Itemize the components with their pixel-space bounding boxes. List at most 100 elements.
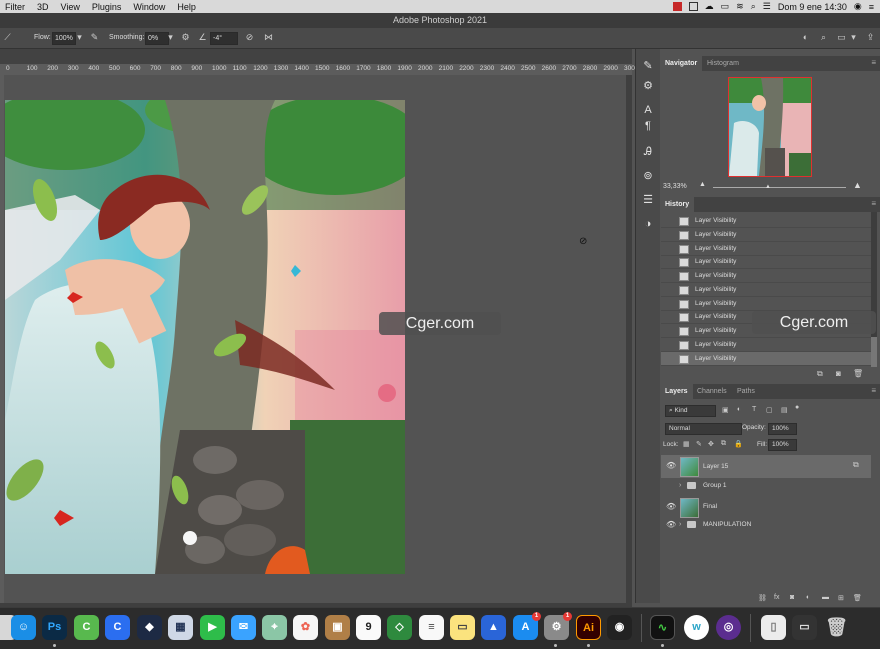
add-mask-icon[interactable]: ◙ — [790, 594, 794, 601]
history-state[interactable]: Layer Visibility — [661, 214, 871, 228]
lock-all-icon[interactable]: 🔒 — [734, 440, 743, 448]
record-icon[interactable] — [672, 2, 682, 11]
control-center-icon[interactable]: ☰ — [763, 1, 771, 12]
screen-icon[interactable] — [688, 2, 698, 11]
navigator-preview[interactable] — [728, 77, 812, 177]
filter-type-icon[interactable]: T — [752, 406, 756, 413]
tab-paths[interactable]: Paths — [732, 384, 760, 399]
battery-icon[interactable]: ▭ — [721, 1, 730, 12]
dock-app-reminders[interactable]: ≡ — [419, 615, 444, 640]
visibility-eye-icon[interactable]: 👁 — [666, 461, 676, 470]
layer-name[interactable]: Layer 15 — [703, 463, 728, 470]
menu-plugins[interactable]: Plugins — [87, 2, 129, 12]
symmetry-icon[interactable]: ⋈ — [263, 32, 274, 43]
angle-icon[interactable]: ∠ — [197, 32, 208, 43]
layer-name[interactable]: Final — [703, 503, 717, 510]
pressure-size-icon[interactable]: ⊘ — [244, 32, 255, 43]
history-menu-icon[interactable]: ≡ — [871, 199, 876, 208]
document-image[interactable] — [5, 100, 405, 574]
tab-layers[interactable]: Layers — [660, 384, 693, 399]
layers-menu-icon[interactable]: ≡ — [871, 386, 876, 395]
dock-app-affinity[interactable]: ◆ — [137, 615, 162, 640]
filter-adjustment-icon[interactable]: ◐ — [737, 406, 741, 413]
new-layer-icon[interactable]: ⊞ — [838, 594, 844, 602]
layer-name[interactable]: Group 1 — [703, 482, 727, 489]
glyphs-icon[interactable]: Ꭿ — [641, 145, 655, 159]
workspace-icon[interactable]: ▭ — [836, 32, 847, 43]
dock-app-illustrator[interactable]: Ai — [576, 615, 601, 640]
clock-text[interactable]: Dom 9 ene 14:30 — [778, 2, 847, 12]
adjustments-icon[interactable]: ☰ — [641, 193, 655, 207]
visibility-eye-icon[interactable]: 👁 — [666, 520, 676, 529]
history-state[interactable]: Layer Visibility — [661, 351, 871, 366]
dock-app-vectornator[interactable]: ◇ — [387, 615, 412, 640]
filter-smart-object-icon[interactable]: ▤ — [781, 406, 788, 414]
notification-icon[interactable]: ≡ — [869, 2, 874, 12]
dock-app-contacts[interactable]: ▣ — [325, 615, 350, 640]
lock-artboard-icon[interactable]: ⧉ — [721, 440, 726, 448]
tab-channels[interactable]: Channels — [692, 384, 732, 399]
layer-kind-filter[interactable]: ⌕ Kind — [665, 405, 716, 417]
menu-view[interactable]: View — [56, 2, 87, 12]
canvas-vertical-scrollbar[interactable] — [626, 75, 632, 603]
panel-menu-icon[interactable]: ≡ — [871, 58, 876, 67]
user-icon[interactable]: ◐ — [800, 32, 811, 43]
menu-window[interactable]: Window — [128, 2, 172, 12]
link-layers-icon[interactable]: ⛓ — [758, 594, 767, 602]
dock-app-disk[interactable]: ▭ — [792, 615, 817, 640]
dock-app-messages[interactable]: ✉ — [231, 615, 256, 640]
dock-app-system-preferences[interactable]: ⚙ 1 — [544, 612, 572, 640]
dock-app-testflight[interactable]: ▲ — [481, 615, 506, 640]
new-document-from-state-icon[interactable]: ⧉ — [817, 369, 823, 379]
history-state[interactable]: Layer Visibility — [661, 283, 871, 297]
lock-pixels-icon[interactable]: ✎ — [696, 440, 702, 448]
dock-app-photos[interactable]: ✿ — [293, 615, 318, 640]
flow-chevron-icon[interactable]: ▾ — [74, 32, 85, 43]
history-state[interactable]: Layer Visibility — [661, 338, 871, 352]
snapshot-icon[interactable]: ◙ — [836, 369, 841, 378]
dock-app-maps[interactable]: ⌖ — [262, 615, 287, 640]
dock-app-bezel[interactable]: ◉ — [607, 615, 632, 640]
history-state[interactable]: Layer Visibility — [661, 269, 871, 283]
workspace-chevron-icon[interactable]: ▾ — [848, 32, 859, 43]
dock-app-documents[interactable]: ▯ — [761, 615, 786, 640]
pressure-opacity-icon[interactable]: ⟋ — [2, 32, 13, 43]
dock-app-facetime[interactable]: ▶ — [200, 615, 225, 640]
layer-row[interactable]: 👁 › MANIPULATION — [661, 518, 871, 534]
dock-app-tor[interactable]: ◎ — [716, 615, 741, 640]
filter-toggle-icon[interactable]: ● — [795, 404, 799, 411]
layer-row[interactable]: 👁 Final — [661, 497, 871, 518]
gear-icon[interactable]: ⚙ — [180, 32, 191, 43]
zoom-in-icon[interactable]: ▲ — [853, 180, 862, 190]
dock-trash-icon[interactable]: 🗑 — [824, 615, 849, 640]
lock-position-icon[interactable]: ✥ — [708, 440, 714, 448]
tab-navigator[interactable]: Navigator — [660, 56, 703, 71]
layer-row[interactable]: 👁 Layer 15 ⧉ — [661, 455, 871, 478]
tab-histogram[interactable]: Histogram — [702, 56, 744, 71]
lock-transparency-icon[interactable]: ▦ — [683, 440, 690, 448]
delete-layer-icon[interactable]: 🗑 — [853, 594, 862, 602]
dock-app-copilot[interactable]: C — [105, 615, 130, 640]
history-state[interactable]: Layer Visibility — [661, 228, 871, 242]
paragraph-icon[interactable]: ¶ — [641, 119, 655, 133]
flow-input[interactable]: 100% — [52, 32, 76, 45]
angle-input[interactable]: -4° — [210, 32, 238, 45]
fx-icon[interactable]: fx — [774, 594, 779, 601]
menu-help[interactable]: Help — [172, 2, 203, 12]
blend-mode-select[interactable]: Normal — [665, 423, 742, 435]
wifi-icon[interactable]: ≋ — [736, 1, 744, 12]
brush-presets-icon[interactable]: ✎ — [641, 59, 655, 73]
tab-history[interactable]: History — [660, 197, 695, 212]
dock-app-calendar[interactable]: 9 — [356, 615, 381, 640]
delete-state-icon[interactable]: 🗑 — [853, 369, 863, 378]
dock-app-photoshop[interactable]: Ps — [42, 615, 67, 640]
character-icon[interactable]: A — [641, 103, 655, 117]
history-scrollbar[interactable] — [871, 212, 877, 367]
chevron-right-icon[interactable]: › — [679, 521, 681, 528]
creative-cloud-icon[interactable]: ☁ — [705, 1, 714, 12]
dock-app-cerebro[interactable]: C — [74, 615, 99, 640]
zoom-out-icon[interactable]: ▲ — [699, 181, 706, 188]
clone-source-icon[interactable]: ⊚ — [641, 169, 655, 183]
dock-app-notes[interactable]: ▭ — [450, 615, 475, 640]
zoom-value[interactable]: 33,33% — [663, 183, 687, 190]
